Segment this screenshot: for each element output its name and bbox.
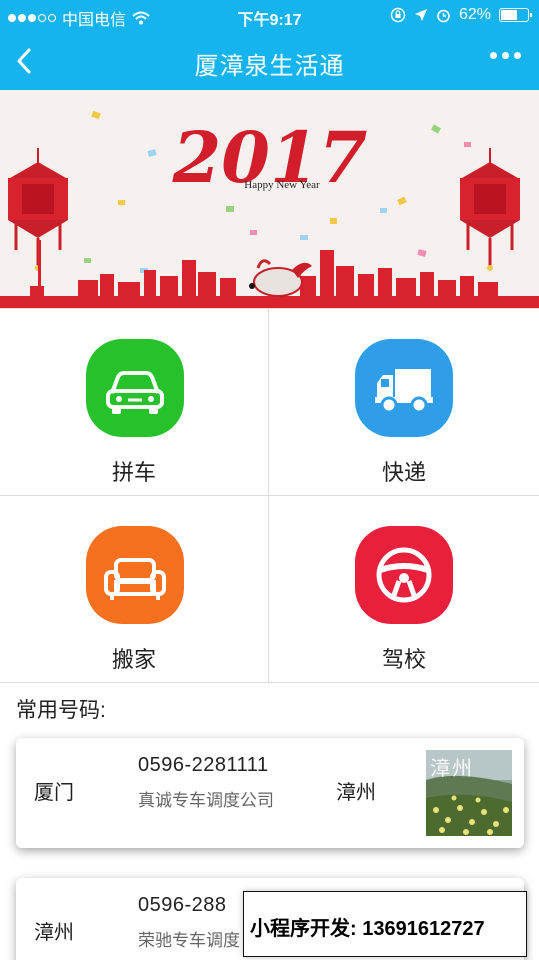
truck-icon — [355, 339, 453, 437]
car-icon — [86, 339, 184, 437]
battery-percent: 62% — [458, 6, 491, 23]
banner-image[interactable]: 2017 Happy New Year — [0, 90, 539, 308]
common-numbers-title: 常用号码: — [16, 699, 106, 722]
thumbnail-label: 漳州 — [430, 758, 474, 780]
sofa-icon — [86, 526, 184, 624]
contact-company: 真诚专车调度公司 — [138, 791, 274, 810]
contact-to-city: 漳州 — [336, 782, 376, 804]
banner-greeting-text: Happy New Year — [244, 179, 320, 191]
nav-bar: 厦漳泉生活通 — [0, 32, 539, 90]
service-label: 搬家 — [111, 647, 156, 672]
right-lantern — [460, 148, 520, 271]
battery-fill — [501, 10, 517, 20]
more-dots-icon[interactable] — [490, 52, 521, 59]
developer-ad-banner[interactable]: 小程序开发: 13691612727 — [243, 891, 527, 957]
alarm-icon — [437, 9, 450, 22]
service-label: 快递 — [381, 460, 426, 485]
service-label: 驾校 — [381, 647, 426, 672]
contact-thumbnail: 漳州 — [426, 750, 512, 836]
lock-rotation-icon — [390, 7, 406, 23]
page-title: 厦漳泉生活通 — [194, 53, 345, 80]
developer-ad-text: 小程序开发: 13691612727 — [250, 918, 485, 940]
contact-card[interactable]: 厦门 0596-2281111 真诚专车调度公司 漳州 漳州 — [16, 738, 524, 848]
contact-company: 荣驰专车调度 — [138, 931, 240, 950]
service-carpool[interactable]: 拼车 — [0, 309, 269, 496]
battery-icon — [499, 8, 532, 22]
service-grid: 拼车 快递 搬家 驾校 — [0, 308, 539, 683]
contact-phone[interactable]: 0596-2281111 — [138, 754, 269, 777]
steering-wheel-icon — [355, 526, 453, 624]
status-right: 62% — [390, 6, 532, 24]
contact-from-city: 漳州 — [34, 922, 74, 944]
service-driving-school[interactable]: 驾校 — [269, 496, 539, 683]
service-moving[interactable]: 搬家 — [0, 496, 269, 683]
location-icon — [414, 9, 427, 21]
contact-phone[interactable]: 0596-288 — [138, 894, 227, 917]
service-express[interactable]: 快递 — [269, 309, 539, 496]
contact-from-city: 厦门 — [34, 782, 74, 804]
service-label: 拼车 — [111, 460, 156, 485]
status-bar: 中国电信 下午9:17 62% — [0, 0, 539, 32]
banner-illustration: 2017 Happy New Year — [0, 110, 539, 308]
